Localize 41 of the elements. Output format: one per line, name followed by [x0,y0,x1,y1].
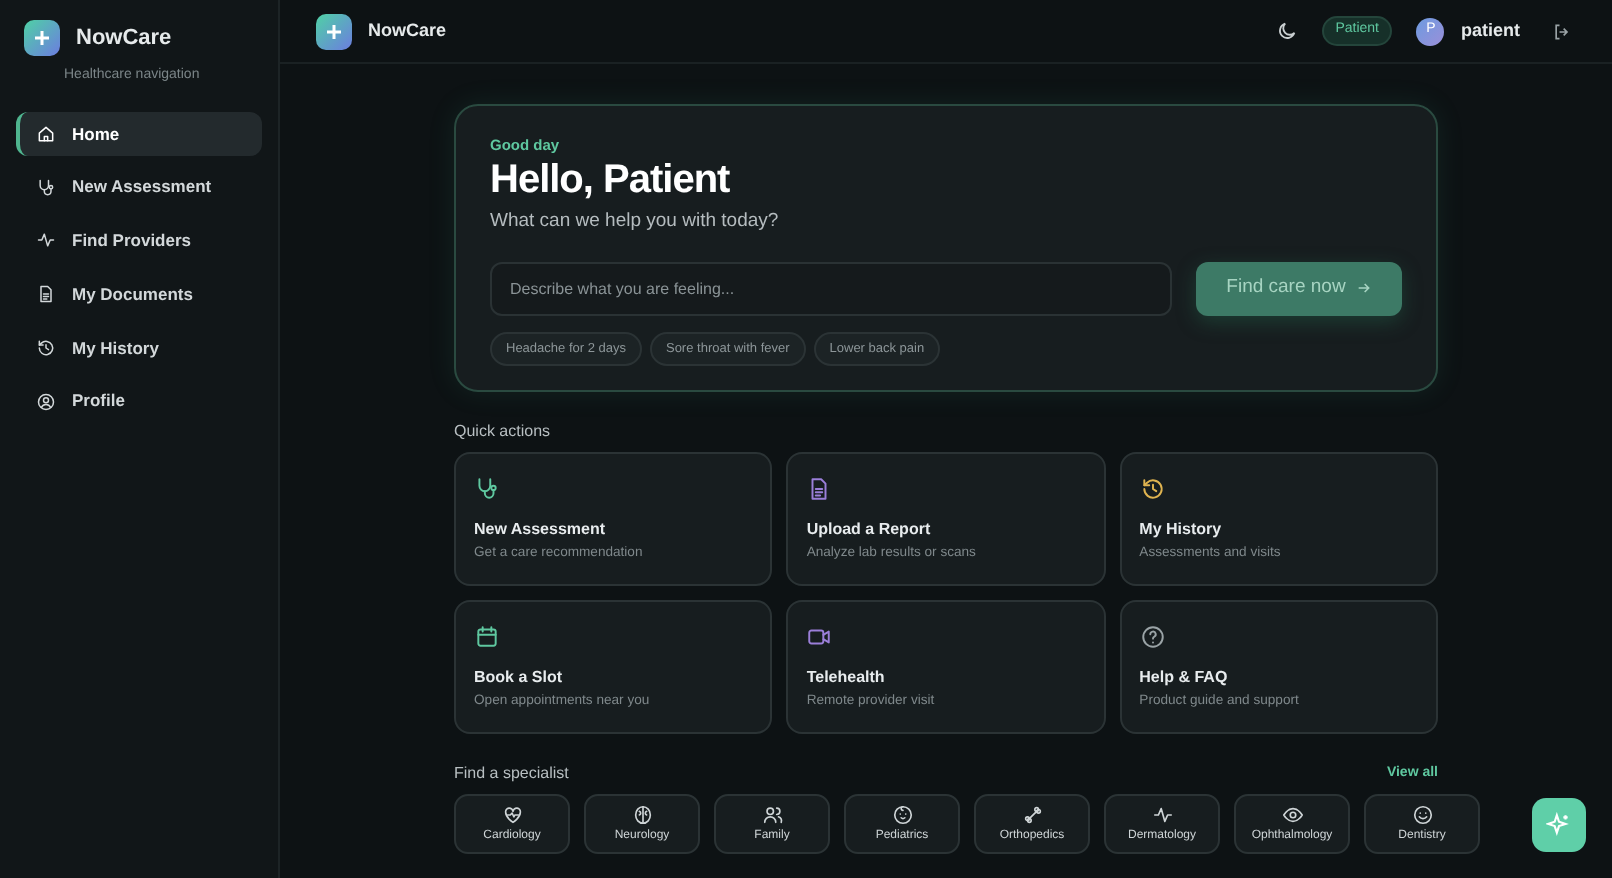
eye-icon [1281,804,1303,827]
card-title: New Assessment [474,518,608,543]
sidebar-item[interactable]: Home [16,111,262,157]
baby-face-icon [891,804,913,827]
app-name: NowCare [76,23,172,54]
hero-subtitle: What can we help you with today? [490,208,781,237]
app-logo-icon [24,20,60,56]
sidebar-item[interactable]: Find Providers [16,218,262,264]
history-icon [36,337,56,358]
brain-icon [631,804,653,827]
home-icon [36,123,56,144]
assistant-button[interactable] [1532,798,1586,852]
card-title: Book a Slot [474,666,565,691]
sidebar-item[interactable]: New Assessment [16,164,262,210]
logout-icon[interactable] [1552,21,1572,41]
card-title: Telehealth [806,666,887,691]
card-title: Upload a Report [806,518,933,543]
sparkle-icon [1546,812,1572,838]
heart-icon [501,804,523,827]
document-icon [36,284,56,305]
card-title: My History [1139,518,1224,543]
symptom-input[interactable]: Describe what you are feeling... [490,261,1172,315]
username: patient [1460,17,1520,44]
arrow-right-icon [1355,280,1372,296]
hero-title: Hello, Patient [490,158,732,205]
people-icon [761,804,783,827]
card-title: Help & FAQ [1139,666,1230,691]
sidebar-item[interactable]: Profile [16,378,262,424]
section-title: Quick actions [454,420,553,445]
app-logo-icon [316,13,352,49]
pulse-icon [36,230,56,251]
app-name: NowCare [368,17,447,44]
bone-icon [1021,804,1043,827]
pulse-icon [1151,804,1173,827]
section-title: Find a specialist [454,762,569,787]
sidebar-item[interactable]: My Documents [16,271,262,317]
smile-icon [1411,804,1433,827]
user-icon [36,391,56,412]
stethoscope-icon [36,177,56,198]
sidebar-item[interactable]: My History [16,325,262,371]
moon-icon[interactable] [1275,20,1298,42]
